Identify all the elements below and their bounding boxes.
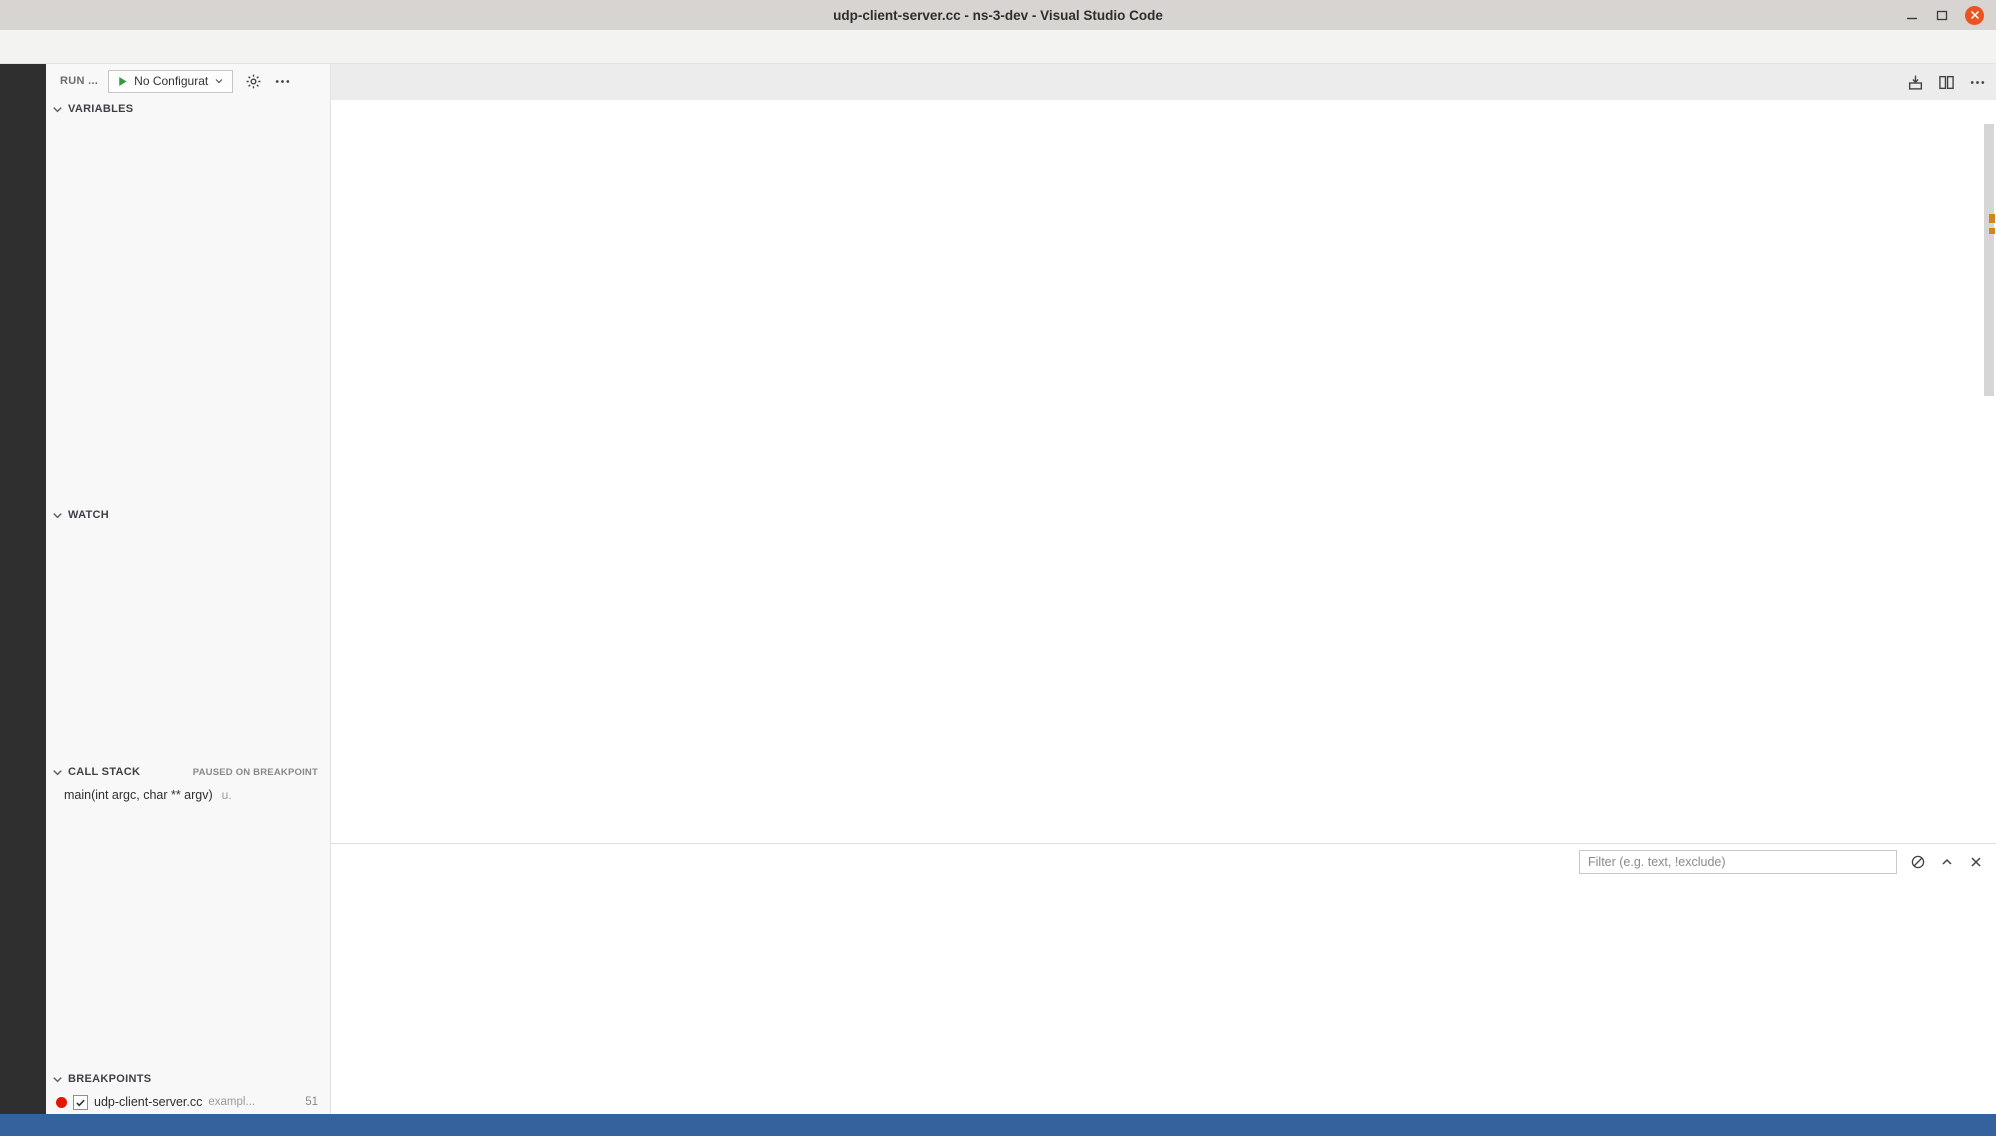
- watch-body: [46, 526, 330, 761]
- launch-config-value: No Configurat: [134, 74, 208, 88]
- section-variables-label: VARIABLES: [68, 103, 133, 115]
- breakpoint-line: 51: [305, 1096, 318, 1108]
- debug-console-output[interactable]: [331, 879, 1996, 1114]
- chevron-down-icon: [50, 102, 65, 117]
- stack-frame[interactable]: main(int argc, char ** argv) u.: [46, 783, 330, 807]
- section-watch-label: WATCH: [68, 509, 109, 521]
- section-variables[interactable]: VARIABLES: [46, 98, 330, 120]
- open-changes-icon[interactable]: [1907, 74, 1924, 91]
- titlebar: udp-client-server.cc - ns-3-dev - Visual…: [0, 0, 1996, 30]
- section-call-stack-label: CALL STACK: [68, 766, 140, 778]
- launch-config-select[interactable]: No Configurat: [108, 70, 233, 93]
- stack-frame-detail: u.: [222, 788, 232, 802]
- section-watch[interactable]: WATCH: [46, 504, 330, 526]
- console-filter-input[interactable]: [1579, 850, 1897, 874]
- bottom-panel: [331, 843, 1996, 1114]
- gear-icon[interactable]: [245, 73, 262, 90]
- panel-header: [331, 844, 1996, 879]
- debug-sidebar: RUN ... No Configurat VARIABLES WATCH CA…: [46, 64, 331, 1114]
- status-bar: [0, 1114, 1996, 1136]
- section-breakpoints-label: BREAKPOINTS: [68, 1073, 151, 1085]
- overview-ruler-mark: [1989, 214, 1995, 223]
- editor-group: [331, 64, 1996, 1114]
- code-editor[interactable]: [331, 124, 1862, 843]
- panel-actions: [1579, 850, 1984, 874]
- breakpoint-item[interactable]: udp-client-server.cc exampl... 51: [46, 1090, 330, 1114]
- sidebar-spacer: [46, 807, 330, 1068]
- breakpoint-path: exampl...: [208, 1096, 255, 1108]
- minimize-icon[interactable]: [1905, 8, 1919, 22]
- variables-tree: [46, 120, 330, 504]
- stack-frame-label: main(int argc, char ** argv): [64, 788, 213, 802]
- more-actions-icon[interactable]: [274, 73, 291, 90]
- editor-tab-bar: [331, 64, 1996, 100]
- run-and-debug-header: RUN ... No Configurat: [46, 64, 330, 98]
- chevron-down-icon: [213, 75, 225, 87]
- chevron-down-icon: [50, 765, 65, 780]
- split-editor-icon[interactable]: [1938, 74, 1955, 91]
- workbench: RUN ... No Configurat VARIABLES WATCH CA…: [0, 64, 1996, 1114]
- editor-scrollbar[interactable]: [1982, 124, 1996, 843]
- overview-ruler-mark: [1989, 228, 1995, 234]
- chevron-down-icon: [50, 508, 65, 523]
- clear-console-icon[interactable]: [1910, 854, 1926, 870]
- breakpoint-file: udp-client-server.cc: [94, 1095, 202, 1109]
- activity-bar: [0, 64, 46, 1114]
- editor-body: [331, 124, 1996, 843]
- window-title: udp-client-server.cc - ns-3-dev - Visual…: [0, 8, 1996, 23]
- section-breakpoints[interactable]: BREAKPOINTS: [46, 1068, 330, 1090]
- run-label: RUN ...: [60, 75, 98, 87]
- close-panel-icon[interactable]: [1968, 854, 1984, 870]
- breakpoint-checkbox[interactable]: [73, 1095, 88, 1110]
- editor-actions: [1907, 64, 1986, 100]
- minimap[interactable]: [1862, 124, 1982, 843]
- restore-icon[interactable]: [1935, 8, 1949, 22]
- more-actions-icon[interactable]: [1969, 74, 1986, 91]
- window-controls: [1905, 6, 1996, 25]
- breakpoint-dot-icon: [56, 1097, 67, 1108]
- close-icon[interactable]: [1965, 6, 1984, 25]
- scrollbar-thumb[interactable]: [1984, 124, 1994, 396]
- breadcrumb[interactable]: [331, 100, 1996, 124]
- menu-bar: [0, 30, 1996, 64]
- chevron-down-icon: [50, 1072, 65, 1087]
- maximize-panel-icon[interactable]: [1939, 854, 1955, 870]
- pause-reason-badge: PAUSED ON BREAKPOINT: [193, 767, 330, 778]
- start-debug-icon[interactable]: [116, 75, 129, 88]
- section-call-stack[interactable]: CALL STACK PAUSED ON BREAKPOINT: [46, 761, 330, 783]
